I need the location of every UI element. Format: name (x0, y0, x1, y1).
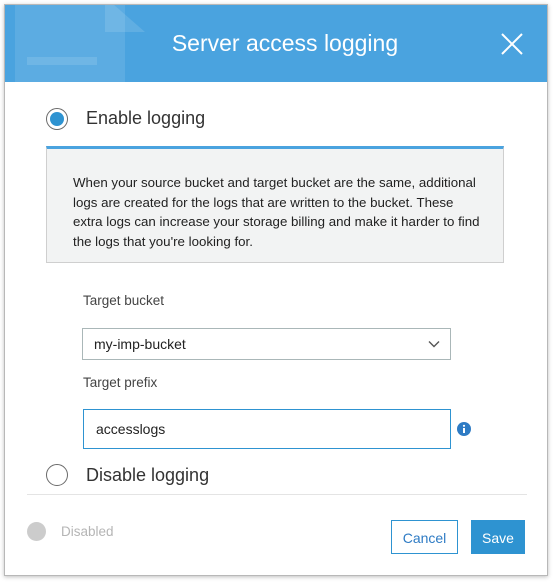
chevron-down-icon (428, 341, 440, 348)
target-prefix-label: Target prefix (83, 375, 158, 390)
close-icon (501, 33, 523, 55)
header-decoration-fold (105, 5, 145, 32)
disable-logging-label[interactable]: Disable logging (86, 465, 209, 486)
dialog-title: Server access logging (171, 30, 399, 56)
info-icon[interactable] (457, 422, 471, 436)
dialog-header: Server access logging (5, 5, 547, 82)
save-button[interactable]: Save (471, 520, 525, 554)
warning-message-text: When your source bucket and target bucke… (73, 175, 480, 249)
target-bucket-value: my-imp-bucket (94, 336, 186, 352)
disable-logging-radio[interactable] (46, 464, 68, 486)
header-decoration-line (27, 57, 97, 65)
target-prefix-input[interactable] (83, 409, 451, 449)
server-access-logging-dialog: Server access logging Enable logging Whe… (4, 4, 548, 576)
target-bucket-label: Target bucket (83, 293, 165, 308)
status-text: Disabled (61, 524, 114, 539)
enable-logging-radio[interactable] (46, 108, 68, 130)
close-button[interactable] (499, 31, 525, 57)
status-indicator-icon (27, 522, 46, 541)
enable-logging-label[interactable]: Enable logging (86, 108, 205, 129)
warning-message-box: When your source bucket and target bucke… (46, 146, 504, 263)
footer-divider (27, 494, 527, 495)
target-bucket-select[interactable]: my-imp-bucket (82, 328, 451, 360)
cancel-button[interactable]: Cancel (391, 520, 458, 554)
